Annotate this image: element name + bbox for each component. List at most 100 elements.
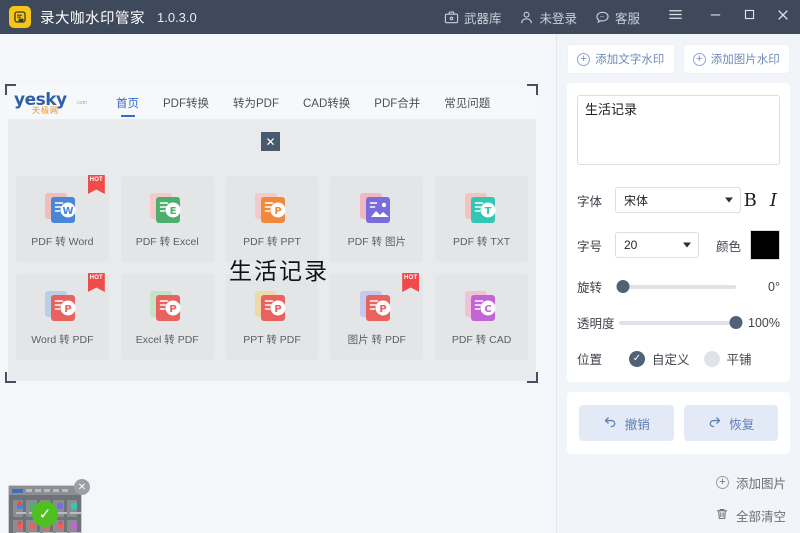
position-custom-radio[interactable]: ✓ 自定义 — [629, 349, 690, 368]
svg-text:P: P — [379, 304, 386, 315]
rotate-value: 0° — [768, 279, 780, 294]
thumbnail-item[interactable]: ✓ — [8, 485, 82, 533]
editing-canvas[interactable]: yesky 天极网 .com 首页 PDF转换 转为PDF CAD转换 PDF合… — [8, 86, 536, 381]
weapon-library-button[interactable]: 武器库 — [444, 8, 502, 27]
selection-handle-top-left[interactable] — [5, 84, 16, 95]
image-to-pdf-icon: P — [357, 287, 397, 325]
opacity-slider[interactable] — [619, 315, 743, 331]
hamburger-icon — [667, 6, 684, 28]
chevron-down-icon — [683, 242, 691, 248]
position-label: 位置 — [577, 353, 603, 367]
selection-handle-bottom-right[interactable] — [527, 372, 538, 383]
pdf-to-word-icon: W — [42, 189, 82, 227]
watermark-type-buttons: + 添加文字水印 + 添加图片水印 — [557, 34, 800, 74]
canvas-overlay-close-icon[interactable]: ✕ — [261, 132, 280, 151]
maximize-button[interactable] — [732, 0, 766, 34]
card-image-to-pdf: P 图片 转 PDF HOT — [330, 273, 424, 360]
svg-text:P: P — [65, 304, 72, 315]
card-label: Word 转 PDF — [31, 334, 94, 346]
captured-card-grid: W PDF 转 Word HOT E PDF 转 Excel P PDF 转 P… — [8, 120, 536, 381]
app-title: 录大咖水印管家 — [40, 10, 145, 27]
position-row: 位置 ✓ 自定义 平铺 — [577, 349, 780, 368]
rotate-slider-knob[interactable] — [616, 280, 629, 293]
thumbnail-nav-item — [35, 489, 41, 492]
font-row: 字体 宋体 B I — [577, 187, 780, 213]
nav-link-home: 首页 — [104, 95, 151, 111]
nav-link-pdf-convert: PDF转换 — [163, 97, 209, 110]
font-select[interactable]: 宋体 — [615, 187, 741, 213]
thumbnail-check-icon: ✓ — [32, 501, 58, 528]
rotate-slider[interactable] — [616, 279, 736, 295]
login-button[interactable]: 未登录 — [519, 8, 577, 27]
italic-button[interactable]: I — [770, 190, 777, 211]
pdf-to-txt-icon: T — [462, 189, 502, 227]
size-select[interactable]: 20 — [615, 232, 699, 258]
menu-button[interactable] — [658, 0, 692, 34]
rotate-row: 旋转 0° — [577, 277, 780, 296]
card-pdf-to-txt: T PDF 转 TXT — [435, 176, 528, 262]
color-label: 颜色 — [715, 239, 741, 254]
card-word-to-pdf: P Word 转 PDF HOT — [16, 273, 109, 360]
clear-all-label: 全部清空 — [735, 510, 786, 524]
opacity-row: 透明度 100% — [577, 313, 780, 332]
card-label: PDF 转 Excel — [135, 236, 199, 248]
svg-text:C: C — [484, 304, 491, 315]
svg-text:T: T — [484, 206, 491, 217]
add-image-watermark-button[interactable]: + 添加图片水印 — [682, 44, 790, 74]
app-version: 1.0.3.0 — [157, 9, 197, 25]
thumbnail-nav-item — [44, 489, 50, 492]
nav-link-faq: 常见问题 — [444, 97, 491, 110]
font-select-value: 宋体 — [624, 193, 649, 208]
captured-nav-links: 首页 PDF转换 转为PDF CAD转换 PDF合并 常见问题 — [104, 95, 502, 111]
site-logo-domain: .com — [76, 99, 87, 106]
plus-icon: + — [715, 476, 729, 489]
thumbnail-close-icon[interactable]: ✕ — [74, 479, 90, 495]
user-icon — [519, 10, 534, 25]
thumbnail-strip: ✓ ✕ 微信截图_202212... — [0, 452, 556, 533]
undo-button[interactable]: 撤销 — [579, 405, 674, 441]
opacity-slider-knob[interactable] — [729, 316, 743, 329]
redo-icon — [707, 414, 722, 432]
bold-button[interactable]: B — [744, 190, 757, 211]
minimize-button[interactable] — [698, 0, 732, 34]
card-ppt-to-pdf: P PPT 转 PDF — [225, 274, 319, 360]
color-swatch[interactable] — [750, 230, 780, 260]
weapon-library-label: 武器库 — [463, 11, 502, 26]
size-label: 字号 — [577, 239, 603, 254]
hot-badge: HOT — [87, 175, 105, 194]
selection-handle-bottom-left[interactable] — [5, 372, 16, 383]
redo-label: 恢复 — [729, 417, 755, 432]
svg-text:P: P — [170, 304, 177, 315]
svg-text:W: W — [63, 206, 74, 217]
opacity-label: 透明度 — [577, 317, 615, 331]
size-color-row: 字号 20 颜色 — [577, 230, 780, 260]
trash-icon — [715, 507, 729, 524]
position-tile-radio[interactable]: 平铺 — [703, 349, 752, 368]
add-image-button[interactable]: + 添加图片 — [715, 473, 786, 492]
card-excel-to-pdf: P Excel 转 PDF — [120, 274, 214, 360]
watermark-properties-card: 字体 宋体 B I 字号 20 颜色 旋转 — [567, 83, 790, 382]
thumbnail-nav-item — [62, 489, 68, 492]
support-label: 客服 — [614, 11, 640, 26]
workspace: yesky 天极网 .com 首页 PDF转换 转为PDF CAD转换 PDF合… — [0, 34, 556, 533]
check-icon: ✓ — [629, 350, 645, 367]
add-text-watermark-button[interactable]: + 添加文字水印 — [567, 44, 675, 74]
undo-label: 撤销 — [624, 417, 650, 432]
support-button[interactable]: 客服 — [595, 8, 640, 27]
svg-text:P: P — [274, 206, 281, 217]
chevron-down-icon — [725, 197, 733, 203]
watermark-text-input[interactable] — [577, 95, 780, 165]
thumbnail-header — [9, 486, 81, 495]
nav-link-to-pdf: 转为PDF — [233, 97, 279, 110]
close-button[interactable] — [766, 0, 800, 34]
watermark-settings-panel: + 添加文字水印 + 添加图片水印 字体 宋体 B I — [556, 34, 800, 533]
thumbnail-nav-item — [53, 489, 59, 492]
radio-icon — [703, 350, 720, 367]
watermark-preview-text[interactable]: 生活记录 — [229, 252, 329, 286]
card-pdf-to-ppt: P PDF 转 PPT — [225, 176, 319, 262]
panel-footer-actions: + 添加图片 全部清空 — [715, 459, 786, 525]
redo-button[interactable]: 恢复 — [683, 405, 778, 441]
selection-handle-top-right[interactable] — [527, 84, 538, 95]
clear-all-button[interactable]: 全部清空 — [715, 506, 786, 525]
font-label: 字体 — [577, 194, 603, 209]
